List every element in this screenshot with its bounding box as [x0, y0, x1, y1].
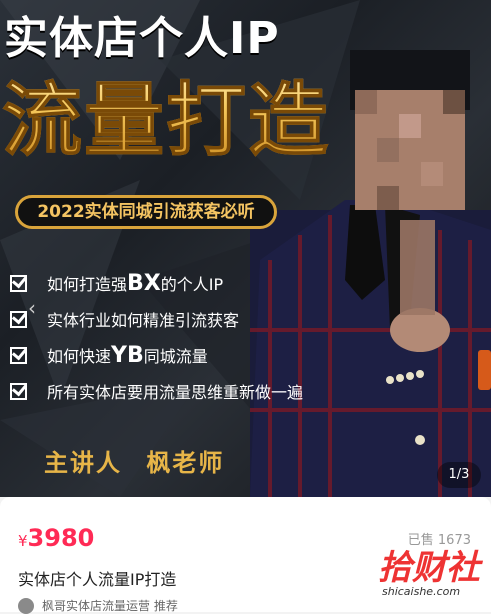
price: ¥3980: [18, 524, 95, 552]
page-indicator: 1/3: [437, 462, 481, 488]
avatar: [18, 597, 34, 614]
watermark-url: shicaishe.com: [382, 585, 461, 598]
checkbox-icon: [10, 274, 27, 292]
product-image-banner[interactable]: 实体店个人IP 流量打造 2022实体同城引流获客必听 ‹ 如何打造强 BX 的个人…: [0, 0, 491, 497]
lecturer-label: 主讲人 枫老师: [44, 449, 225, 477]
list-item: 如何打造强 BX 的个人IP: [10, 265, 340, 301]
shop-link[interactable]: 枫哥实体店流量运营 推荐: [18, 597, 178, 614]
watermark-logo: 拾财社: [378, 548, 480, 588]
list-item: 所有实体店要用流量思维重新做一遍: [10, 373, 340, 409]
banner-title-line2: 流量打造: [2, 56, 330, 172]
product-title[interactable]: 实体店个人流量IP打造: [18, 566, 176, 590]
list-item: 如何快速 YB 同城流量: [10, 337, 340, 373]
list-item: 实体行业如何精准引流获客: [10, 301, 340, 337]
banner-subtitle-pill: 2022实体同城引流获客必听: [15, 195, 277, 229]
benefit-list: 如何打造强 BX 的个人IP 实体行业如何精准引流获客 如何快速 YB 同城流量 所有实…: [10, 265, 340, 409]
checkbox-icon: [10, 382, 27, 400]
checkbox-icon: [10, 346, 27, 364]
checkbox-icon: [10, 310, 27, 328]
